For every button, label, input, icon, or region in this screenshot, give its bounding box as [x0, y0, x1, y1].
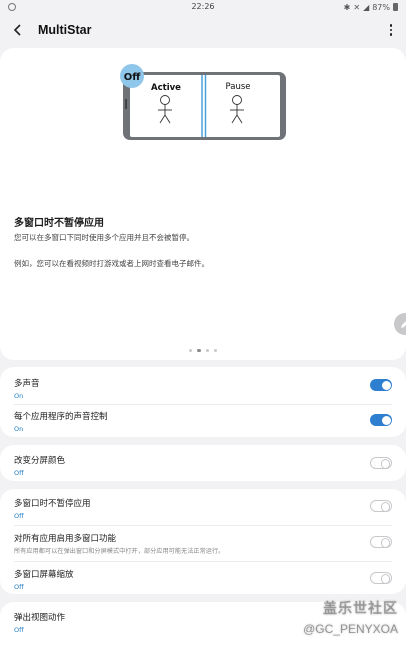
- setting-screen-zoom[interactable]: 多窗口屏幕缩放 Off: [0, 568, 406, 591]
- feature-example: 例如，您可以在看视频时打游戏或者上网时查看电子邮件。: [14, 259, 209, 268]
- feature-heading: 多窗口时不暂停应用: [14, 218, 104, 229]
- setting-status: Off: [14, 512, 24, 520]
- page-dot[interactable]: [189, 349, 193, 353]
- multiwindow-settings-card: 多窗口时不暂停应用 Off 对所有应用启用多窗口功能 所有应用都可以在弹出窗口和…: [0, 489, 406, 594]
- divider: [14, 404, 392, 405]
- edit-button[interactable]: [394, 313, 406, 335]
- app-toolbar: MultiStar: [0, 14, 406, 46]
- divider: [14, 561, 392, 562]
- page-dot[interactable]: [205, 349, 209, 353]
- pencil-icon: [401, 321, 406, 328]
- setting-status: Off: [14, 469, 24, 477]
- watermark-title: 盖乐世社区: [323, 601, 398, 617]
- no-pause-toggle[interactable]: [370, 500, 392, 512]
- active-label: Active: [151, 83, 181, 93]
- off-badge: Off: [124, 72, 142, 83]
- multi-sound-toggle[interactable]: [370, 379, 392, 391]
- setting-description: 所有应用都可以在弹出窗口和分屏模式中打开，部分应用可能无法正常运行。: [14, 548, 225, 555]
- feature-preview-card: Off Active Pause 多窗口时不暂停应用 您可以在多窗口下同时使用多…: [0, 48, 406, 360]
- setting-label: 每个应用程序的声音控制: [14, 412, 108, 422]
- split-color-card: 改变分屏颜色 Off: [0, 445, 406, 481]
- setting-status: On: [14, 392, 24, 400]
- setting-app-volume-control[interactable]: 每个应用程序的声音控制 On: [0, 410, 406, 433]
- feature-illustration: Off Active Pause: [120, 64, 290, 148]
- screen-zoom-toggle[interactable]: [370, 572, 392, 584]
- watermark: 盖乐世社区 @GC_PENYXOA: [303, 598, 398, 636]
- page-title: MultiStar: [38, 23, 92, 37]
- setting-label: 多窗口屏幕缩放: [14, 570, 74, 580]
- divider: [14, 525, 392, 526]
- more-options-button[interactable]: [386, 22, 396, 38]
- all-apps-toggle[interactable]: [370, 536, 392, 548]
- setting-multi-sound[interactable]: 多声音 On: [0, 377, 406, 400]
- setting-label: 改变分屏颜色: [14, 456, 66, 466]
- setting-split-color[interactable]: 改变分屏颜色 Off: [0, 454, 406, 477]
- setting-label: 多声音: [14, 379, 40, 389]
- feature-description: 您可以在多窗口下同时使用多个应用并且不会被暂停。: [14, 233, 194, 242]
- watermark-handle: @GC_PENYXOA: [303, 622, 398, 636]
- page-dot[interactable]: [213, 349, 217, 353]
- app-volume-toggle[interactable]: [370, 414, 392, 426]
- page-indicator: [0, 349, 406, 353]
- setting-status: On: [14, 425, 24, 433]
- status-time: 22:26: [191, 2, 215, 11]
- more-options-icon: [389, 24, 393, 27]
- setting-no-pause[interactable]: 多窗口时不暂停应用 Off: [0, 497, 406, 520]
- page-dot[interactable]: [197, 349, 201, 353]
- setting-label: 对所有应用启用多窗口功能: [14, 534, 117, 544]
- sound-settings-card: 多声音 On 每个应用程序的声音控制 On: [0, 367, 406, 437]
- back-arrow-icon: [13, 24, 21, 36]
- setting-status: Off: [14, 583, 24, 591]
- back-button[interactable]: [10, 22, 26, 38]
- status-bar: 22:26 ✱ ✕ ◢ 87%: [0, 0, 406, 14]
- pause-label: Pause: [226, 82, 251, 92]
- setting-label: 多窗口时不暂停应用: [14, 499, 91, 509]
- setting-all-apps-multiwindow[interactable]: 对所有应用启用多窗口功能 所有应用都可以在弹出窗口和分屏模式中打开，部分应用可能…: [0, 532, 406, 555]
- split-color-toggle[interactable]: [370, 457, 392, 469]
